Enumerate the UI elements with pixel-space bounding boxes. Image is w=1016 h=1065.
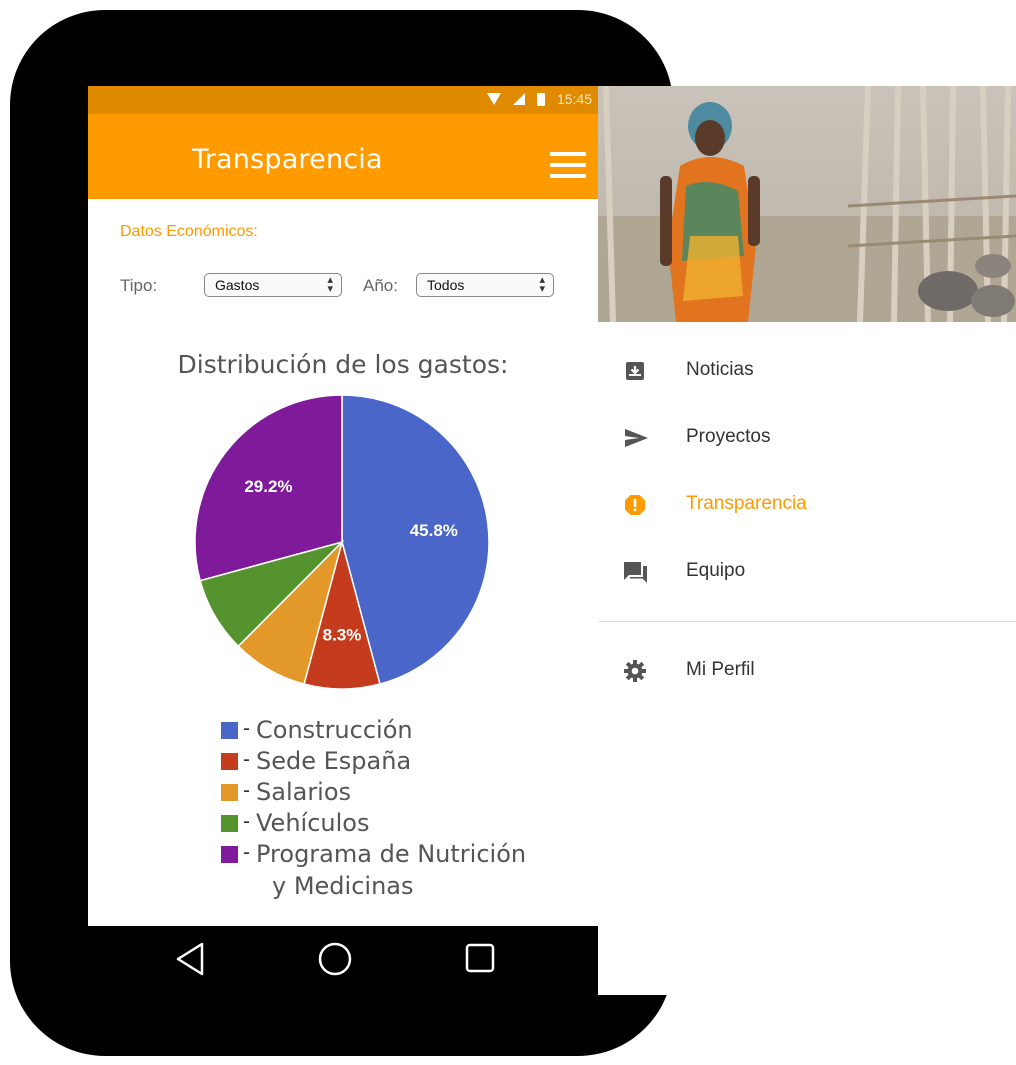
drawer-header-photo bbox=[598, 86, 1016, 322]
legend-item: - Vehículos bbox=[221, 809, 526, 840]
legend-dash: - bbox=[243, 779, 250, 802]
legend-label: Sede España bbox=[256, 747, 412, 775]
tipo-label: Tipo: bbox=[120, 276, 158, 295]
app-screen: 15:45 Transparencia Datos Económicos: Ti… bbox=[88, 86, 598, 926]
drawer-item-noticias[interactable]: Noticias bbox=[598, 341, 1016, 401]
wifi-icon bbox=[486, 93, 501, 105]
legend-swatch bbox=[221, 815, 238, 832]
drawer-item-proyectos[interactable]: Proyectos bbox=[598, 408, 1016, 468]
recents-icon[interactable] bbox=[465, 943, 495, 973]
nav-bar bbox=[176, 942, 495, 976]
legend-swatch bbox=[221, 722, 238, 739]
drawer-item-equipo[interactable]: Equipo bbox=[598, 542, 1016, 602]
tipo-select[interactable]: Gastos ▴ ▾ bbox=[204, 273, 342, 297]
hamburger-menu-icon[interactable] bbox=[550, 152, 586, 178]
pie-label-5: 29.2% bbox=[244, 477, 292, 496]
inbox-download-icon bbox=[623, 359, 647, 383]
select-arrows-icon: ▴ ▾ bbox=[539, 274, 545, 295]
battery-icon bbox=[536, 92, 545, 106]
legend-item: - Salarios bbox=[221, 778, 526, 809]
legend-label-continuation: y Medicinas bbox=[272, 872, 414, 900]
anio-select-value: Todos bbox=[427, 277, 465, 293]
drawer-divider bbox=[598, 621, 1016, 622]
legend-dash: - bbox=[243, 748, 250, 771]
anio-label: Año: bbox=[363, 276, 398, 295]
legend-item: - Construcción bbox=[221, 716, 526, 747]
legend-dash: - bbox=[243, 717, 250, 740]
section-title: Datos Económicos: bbox=[120, 223, 258, 240]
legend-item: - Sede España bbox=[221, 747, 526, 778]
home-icon[interactable] bbox=[318, 942, 352, 976]
drawer-item-label: Mi Perfil bbox=[686, 659, 755, 680]
pie-chart: 45.8% 8.3% 29.2% bbox=[194, 394, 490, 690]
drawer-item-transparencia[interactable]: Transparencia bbox=[598, 475, 1016, 535]
pie-label-2: 8.3% bbox=[323, 626, 362, 645]
legend-label: Salarios bbox=[256, 778, 352, 806]
legend-swatch bbox=[221, 753, 238, 770]
signal-icon bbox=[512, 93, 525, 105]
pie-label-1: 45.8% bbox=[410, 521, 458, 540]
drawer-item-mi-perfil[interactable]: Mi Perfil bbox=[598, 641, 1016, 701]
legend-label: Construcción bbox=[256, 716, 413, 744]
legend-swatch bbox=[221, 846, 238, 863]
send-icon bbox=[623, 426, 648, 450]
drawer-item-label: Transparencia bbox=[686, 493, 807, 514]
chart-title: Distribución de los gastos: bbox=[177, 350, 509, 379]
page-title: Transparencia bbox=[192, 144, 383, 175]
legend-item: - Programa de Nutrición bbox=[221, 840, 526, 871]
alert-octagon-icon bbox=[623, 493, 647, 517]
drawer-item-label: Proyectos bbox=[686, 426, 771, 447]
legend-label: Programa de Nutrición bbox=[256, 840, 527, 868]
status-time: 15:45 bbox=[556, 91, 592, 107]
legend-dash: - bbox=[243, 841, 250, 864]
legend-swatch bbox=[221, 784, 238, 801]
forum-icon bbox=[623, 560, 647, 584]
status-bar: 15:45 bbox=[88, 86, 598, 114]
chart-legend: - Construcción - Sede España - Salarios - Vehíc… bbox=[221, 716, 526, 901]
app-bar: Transparencia bbox=[88, 114, 598, 199]
select-arrows-icon: ▴ ▾ bbox=[327, 274, 333, 295]
legend-label: Vehículos bbox=[256, 809, 370, 837]
legend-dash: - bbox=[243, 810, 250, 833]
drawer-item-label: Noticias bbox=[686, 359, 754, 380]
navigation-drawer: Noticias Proyectos Transparencia Equipo Mi P… bbox=[598, 86, 1016, 995]
tipo-select-value: Gastos bbox=[215, 277, 260, 293]
drawer-item-label: Equipo bbox=[686, 560, 746, 581]
gear-icon bbox=[623, 659, 647, 683]
anio-select[interactable]: Todos ▴ ▾ bbox=[416, 273, 554, 297]
back-icon[interactable] bbox=[176, 942, 204, 976]
